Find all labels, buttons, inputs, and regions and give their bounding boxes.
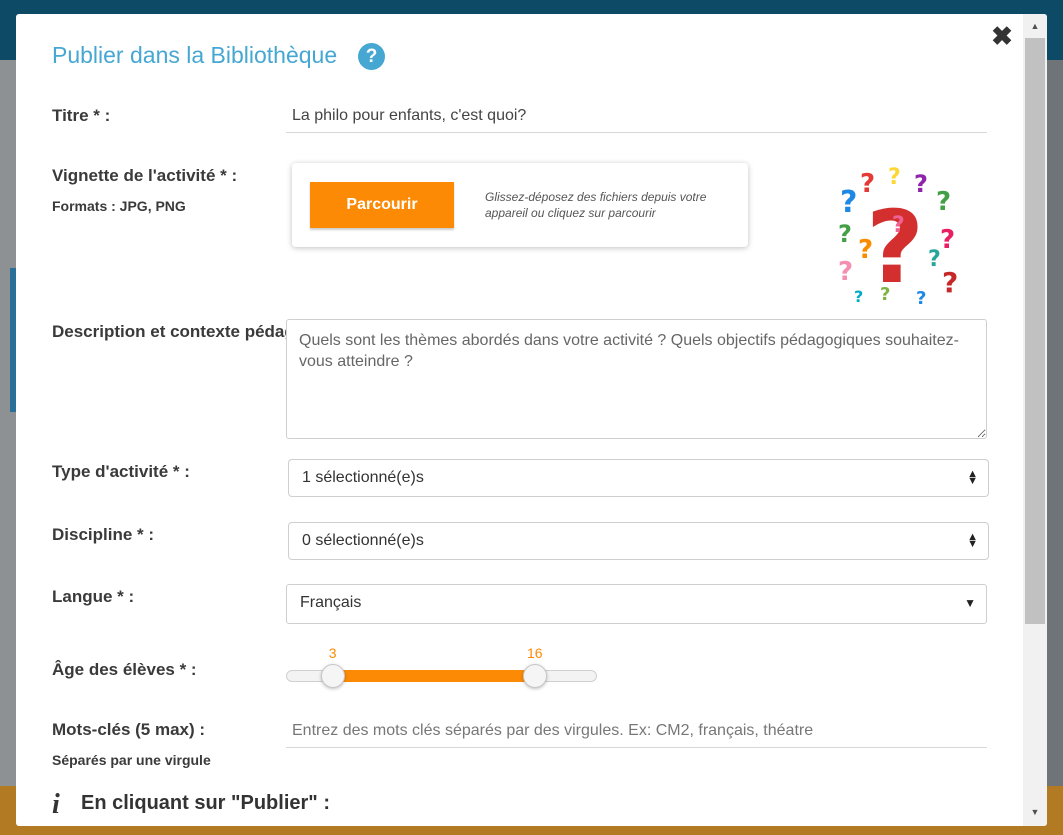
svg-text:?: ? [940, 225, 955, 255]
modal-content: Publier dans la Bibliothèque ? ✖ Titre *… [16, 14, 1023, 826]
close-icon[interactable]: ✖ [991, 23, 1013, 49]
age-min-handle[interactable] [320, 664, 345, 688]
svg-text:?: ? [888, 165, 901, 190]
sort-arrows-icon: ▲ ▼ [967, 531, 978, 550]
svg-text:?: ? [854, 287, 863, 306]
titre-input[interactable] [286, 99, 987, 133]
scroll-up-icon[interactable]: ▲ [1023, 18, 1047, 34]
activity-thumbnail: ? ? ? ? ? ? ? ? ? ? ? ? ? ? ? ? [838, 165, 958, 309]
svg-text:?: ? [840, 185, 857, 220]
modal-title: Publier dans la Bibliothèque [52, 42, 338, 68]
discipline-label: Discipline * : [52, 525, 155, 544]
svg-text:?: ? [942, 266, 958, 299]
publish-info-title: En cliquant sur "Publier" : [81, 792, 330, 814]
svg-text:?: ? [838, 220, 852, 248]
modal-scrollbar[interactable]: ▲ ▼ [1023, 14, 1047, 826]
dropzone-hint: Glissez-déposez des fichiers depuis votr… [485, 190, 707, 220]
publish-modal: Publier dans la Bibliothèque ? ✖ Titre *… [16, 14, 1047, 826]
description-textarea[interactable] [286, 319, 987, 439]
age-max-value: 16 [527, 645, 543, 661]
browse-button[interactable]: Parcourir [310, 182, 454, 228]
file-dropzone[interactable]: Parcourir Glissez-déposez des fichiers d… [292, 163, 748, 247]
svg-text:?: ? [838, 257, 853, 287]
type-activite-value: 1 sélectionné(e)s [302, 469, 424, 486]
svg-text:?: ? [916, 288, 926, 309]
titre-label: Titre * : [52, 106, 111, 125]
vignette-label: Vignette de l'activité * : [52, 166, 238, 185]
help-icon[interactable]: ? [358, 43, 385, 70]
svg-text:?: ? [858, 235, 873, 265]
info-icon: i [52, 789, 60, 820]
discipline-value: 0 sélectionné(e)s [302, 532, 424, 549]
chevron-down-icon: ▼ [964, 596, 976, 610]
langue-label: Langue * : [52, 587, 135, 606]
mots-cles-input[interactable] [286, 714, 987, 748]
scroll-down-icon[interactable]: ▼ [1023, 804, 1047, 820]
svg-text:?: ? [936, 187, 951, 217]
type-activite-label: Type d'activité * : [52, 462, 190, 481]
discipline-select[interactable]: 0 sélectionné(e)s ▲ ▼ [288, 522, 989, 560]
type-activite-select[interactable]: 1 sélectionné(e)s ▲ ▼ [288, 459, 989, 497]
slider-range-fill [332, 670, 535, 682]
age-min-value: 3 [328, 645, 337, 661]
scrollbar-thumb[interactable] [1025, 38, 1045, 624]
age-max-handle[interactable] [522, 664, 547, 688]
langue-value: Français [300, 594, 362, 611]
sort-arrows-icon: ▲ ▼ [967, 468, 978, 487]
svg-text:?: ? [880, 284, 890, 305]
mots-cles-sublabel: Séparés par une virgule [52, 752, 211, 768]
vignette-formats: Formats : JPG, PNG [52, 198, 186, 214]
langue-select[interactable]: Français ▼ [286, 584, 987, 624]
mots-cles-label: Mots-clés (5 max) : [52, 720, 206, 739]
age-label: Âge des élèves * : [52, 660, 197, 679]
svg-text:?: ? [892, 213, 905, 238]
svg-text:?: ? [928, 247, 941, 272]
backdrop-left-panel [0, 60, 16, 835]
age-range-slider[interactable]: 3 16 [286, 645, 597, 688]
